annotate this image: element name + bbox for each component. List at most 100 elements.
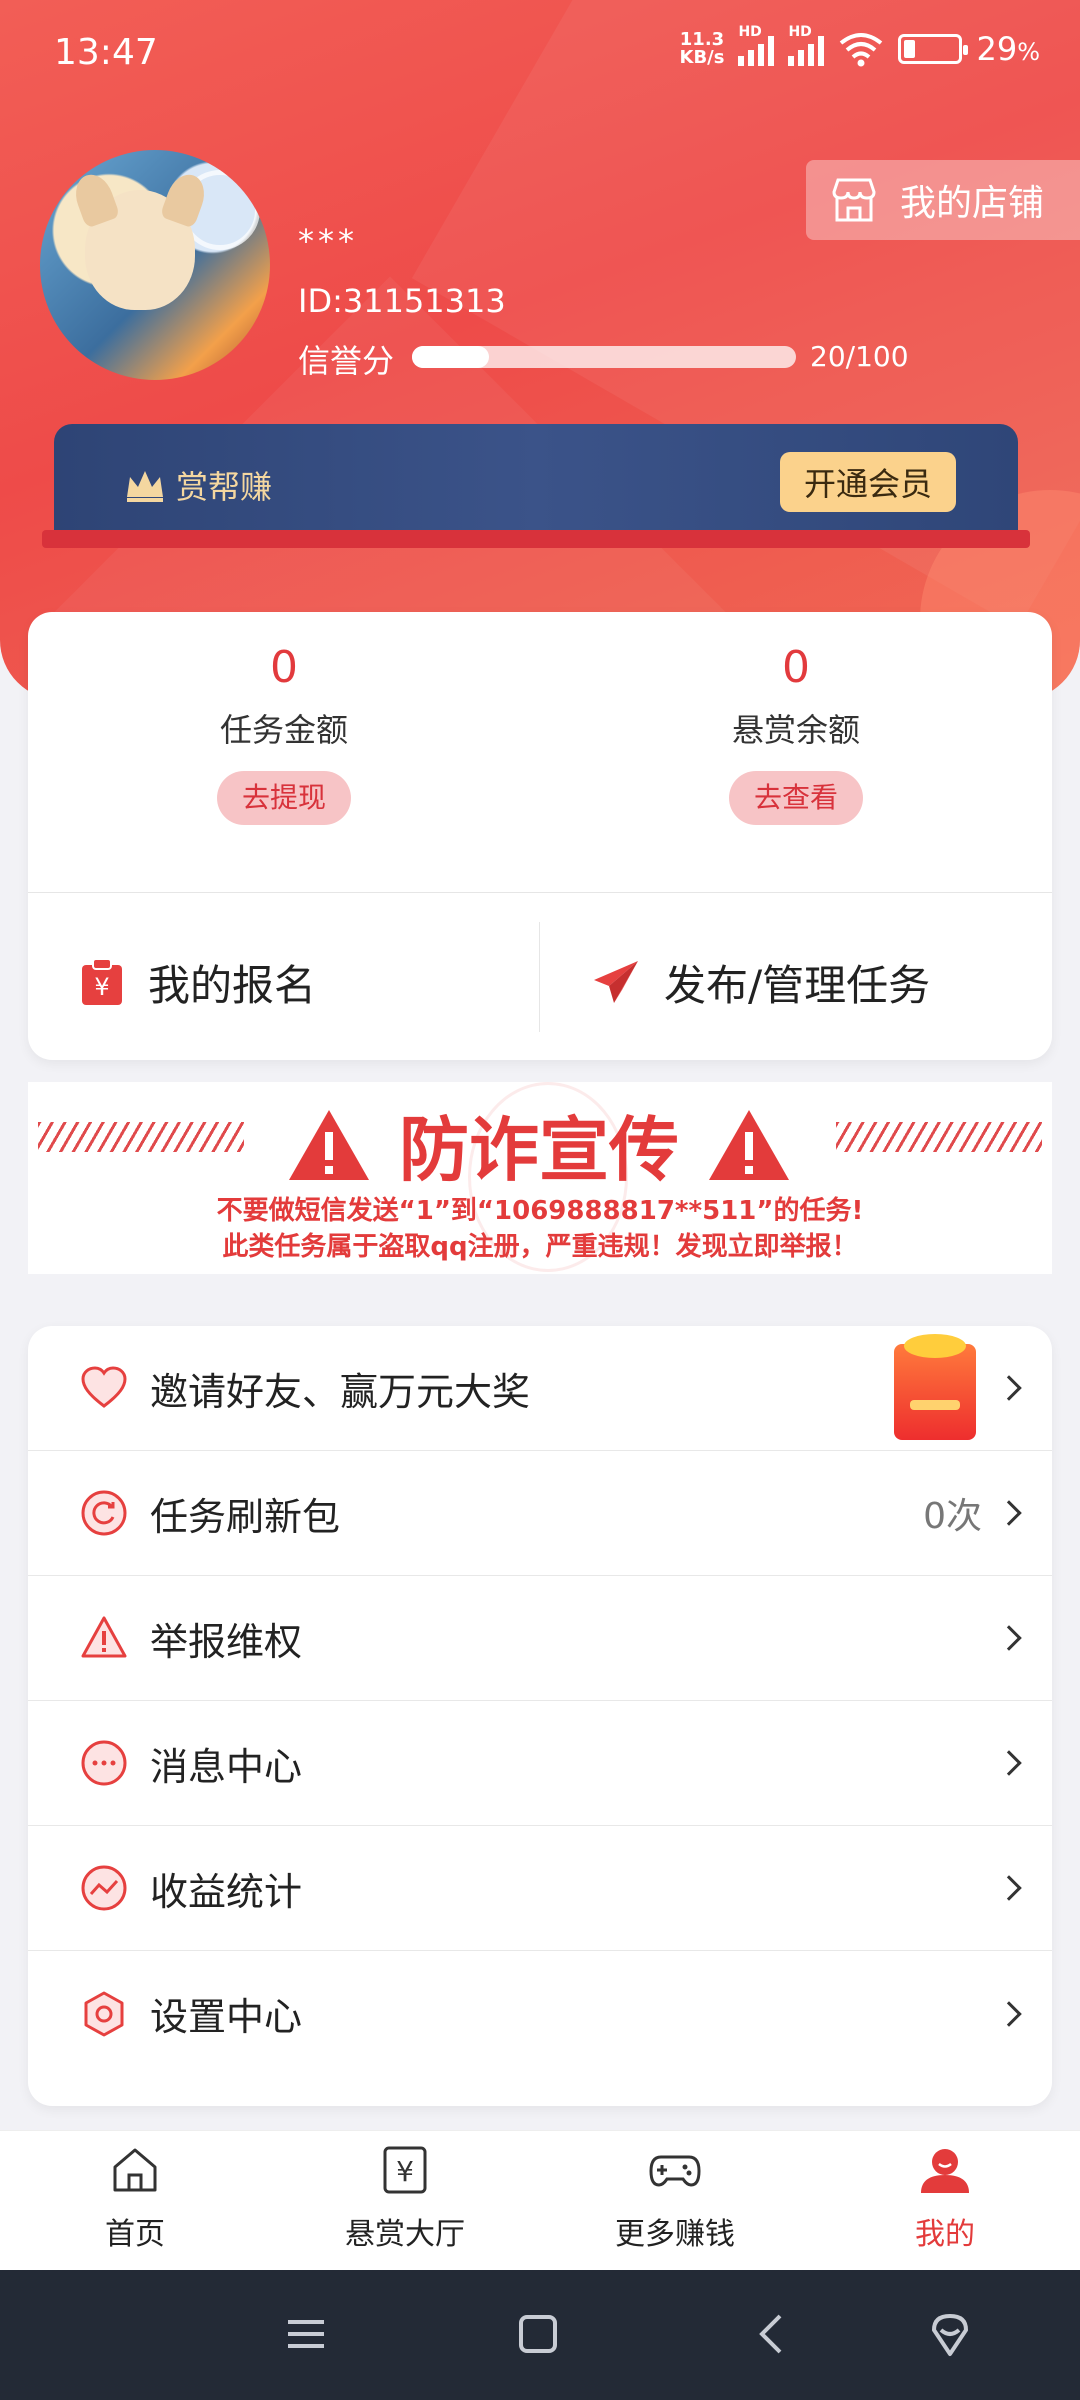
home-icon: [113, 2148, 157, 2192]
banner-stripes: [836, 1122, 1042, 1152]
task-amount-label: 任务金额: [219, 711, 348, 749]
trend-icon: [81, 1865, 127, 1911]
tab-mine[interactable]: 我的: [810, 2145, 1080, 2253]
battery-text: 29%: [976, 30, 1040, 68]
store-icon: [832, 178, 876, 222]
my-signups-label: 我的报名: [148, 960, 317, 1010]
battery-percent: 29: [976, 30, 1018, 68]
menu-label: 消息中心: [150, 1744, 303, 1789]
network-speed: 11.3 KB/s: [680, 31, 725, 67]
tab-more-earn[interactable]: 更多赚钱: [540, 2145, 810, 2253]
chevron-right-icon: [996, 1500, 1022, 1526]
divider: [28, 892, 1052, 893]
refresh-count: 0次: [923, 1496, 982, 1537]
status-bar: 13:47 11.3 KB/s HD HD 29%: [0, 0, 1080, 110]
svg-text:¥: ¥: [396, 2155, 414, 2188]
menu-item-messages[interactable]: 消息中心: [28, 1701, 1052, 1826]
anti-fraud-title-text: 防诈宣传: [399, 1109, 679, 1191]
open-membership-button[interactable]: 开通会员: [780, 452, 956, 512]
tab-label: 悬赏大厅: [345, 2217, 465, 2252]
view-balance-button[interactable]: 去查看: [729, 771, 863, 825]
vip-title: 赏帮赚: [124, 462, 272, 508]
system-navigation-bar: [0, 2270, 1080, 2400]
task-amount-block: 0 任务金额 去提现: [28, 642, 540, 825]
gamepad-icon: [649, 2155, 701, 2187]
home-button-icon[interactable]: [514, 2310, 562, 2358]
menu-label: 设置中心: [150, 1995, 303, 2039]
my-signups-button[interactable]: ¥ 我的报名: [80, 942, 316, 1022]
status-time: 13:47: [54, 32, 158, 73]
reward-balance-block: 0 悬赏余额 去查看: [540, 642, 1052, 825]
chevron-right-icon: [996, 1625, 1022, 1651]
reward-balance-value: 0: [782, 642, 810, 693]
yuan-icon: ¥: [383, 2146, 427, 2194]
menu-item-settings[interactable]: 设置中心: [28, 1951, 1052, 2076]
menu-item-earnings[interactable]: 收益统计: [28, 1826, 1052, 1951]
menu-list: 邀请好友、赢万元大奖 任务刷新包 0次 举报维权 消息中心 收益统计 设置中心: [28, 1326, 1052, 2106]
status-icons: 11.3 KB/s HD HD 29%: [680, 24, 1041, 68]
battery-level: [904, 40, 916, 58]
back-icon[interactable]: [748, 2310, 796, 2358]
anti-fraud-line-2: 此类任务属于盗取qq注册，严重违规！发现立即举报！: [222, 1232, 858, 1262]
tab-home[interactable]: 首页: [0, 2145, 270, 2253]
menu-item-invite[interactable]: 邀请好友、赢万元大奖: [28, 1326, 1052, 1451]
anti-fraud-banner: 防诈宣传 不要做短信发送“1”到“1069888817**511”的任务! 此类…: [28, 1082, 1052, 1274]
heart-icon: [81, 1366, 127, 1408]
message-icon: [81, 1740, 127, 1786]
chevron-right-icon: [996, 2000, 1022, 2027]
signal-icon: HD: [738, 24, 775, 66]
red-packet-icon: [894, 1334, 976, 1440]
battery-percent-sign: %: [1017, 38, 1040, 66]
user-name: ***: [298, 222, 358, 260]
chevron-right-icon: [996, 1750, 1022, 1776]
vip-title-text: 赏帮赚: [176, 468, 273, 506]
settings-icon: [84, 1991, 124, 2036]
warning-icon: [81, 1616, 127, 1658]
credit-score-label: 信誉分: [298, 342, 395, 380]
profile-icon: [921, 2149, 969, 2193]
menu-label: 收益统计: [150, 1869, 303, 1914]
menu-label: 邀请好友、赢万元大奖: [150, 1369, 531, 1414]
warning-triangle-icon: [709, 1109, 789, 1180]
tab-label: 更多赚钱: [615, 2217, 735, 2252]
withdraw-button[interactable]: 去提现: [217, 771, 351, 825]
anti-fraud-line-1: 不要做短信发送“1”到“1069888817**511”的任务!: [216, 1196, 864, 1226]
signal-icon: HD: [788, 24, 825, 66]
refresh-icon: [81, 1490, 127, 1536]
user-id: ID:31151313: [298, 282, 506, 320]
tab-reward-hall[interactable]: ¥ 悬赏大厅: [270, 2145, 540, 2253]
menu-label: 举报维权: [150, 1619, 303, 1664]
avatar[interactable]: [40, 150, 270, 380]
menu-item-refresh-pack[interactable]: 任务刷新包 0次: [28, 1451, 1052, 1576]
publish-manage-label: 发布/管理任务: [664, 960, 931, 1010]
my-shop-label: 我的店铺: [900, 183, 1045, 224]
menu-label: 任务刷新包: [150, 1494, 341, 1539]
battery-icon: [898, 34, 969, 64]
credit-score-fill: [412, 346, 489, 368]
dog-illustration: [85, 190, 195, 310]
assistant-icon[interactable]: [926, 2310, 974, 2358]
bottom-tab-bar: 首页 ¥ 悬赏大厅 更多赚钱 我的: [0, 2130, 1080, 2270]
tab-label: 首页: [105, 2217, 165, 2252]
chevron-right-icon: [996, 1875, 1022, 1901]
wifi-icon: [840, 33, 883, 67]
banner-stripes: [38, 1122, 244, 1152]
network-speed-unit: KB/s: [679, 47, 725, 68]
menu-item-report[interactable]: 举报维权: [28, 1576, 1052, 1701]
crown-icon: [127, 471, 163, 502]
paper-plane-icon: [594, 961, 638, 1003]
my-shop-button[interactable]: 我的店铺: [806, 160, 1080, 240]
publish-manage-button[interactable]: 发布/管理任务: [592, 942, 930, 1022]
credit-score-bar: [412, 346, 796, 368]
credit-score-value: 20/100: [810, 340, 909, 373]
balance-card: 0 任务金额 去提现 0 悬赏余额 去查看 ¥ 我的报名 发布/管理任务: [28, 612, 1052, 1060]
svg-text:¥: ¥: [94, 973, 109, 1001]
anti-fraud-title: 防诈宣传: [284, 1094, 794, 1195]
chevron-right-icon: [996, 1375, 1022, 1401]
reward-balance-label: 悬赏余额: [731, 711, 860, 749]
divider: [539, 922, 540, 1032]
tab-label: 我的: [915, 2217, 975, 2252]
menu-icon[interactable]: [282, 2310, 330, 2358]
task-amount-value: 0: [270, 642, 298, 693]
vip-banner-base: [42, 530, 1030, 548]
